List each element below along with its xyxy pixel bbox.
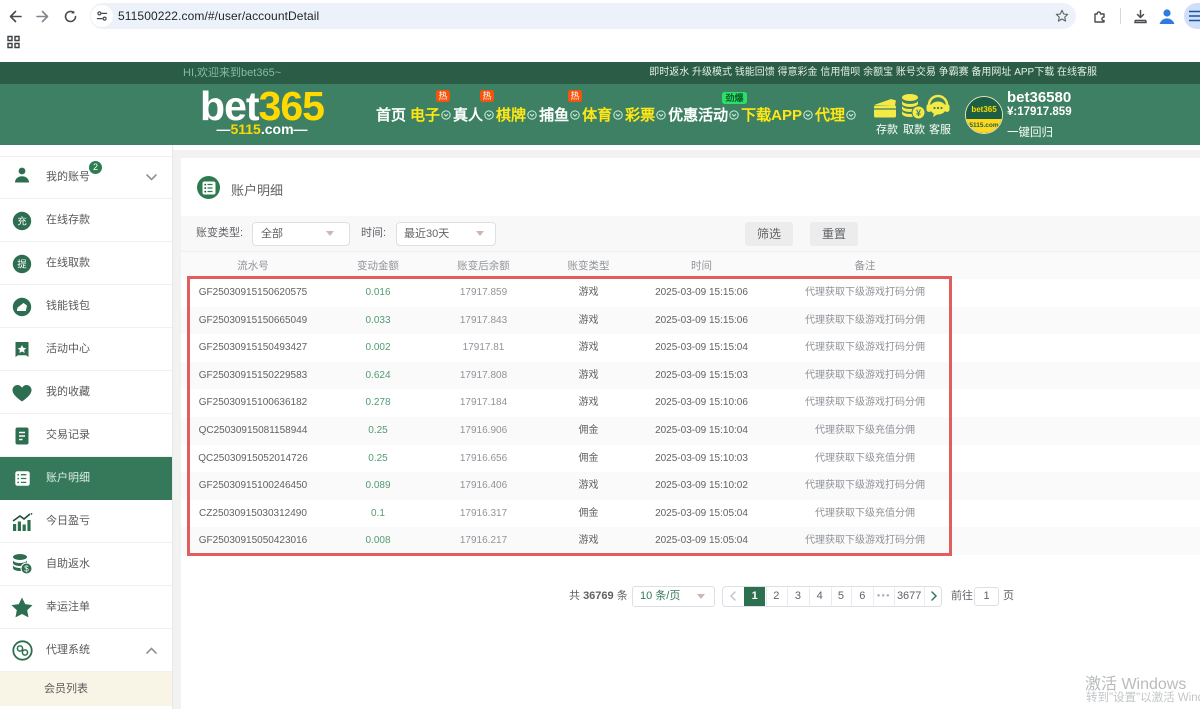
svg-text:$: $ <box>24 565 29 574</box>
svg-text:提: 提 <box>17 259 27 271</box>
svg-text:充: 充 <box>17 216 27 228</box>
